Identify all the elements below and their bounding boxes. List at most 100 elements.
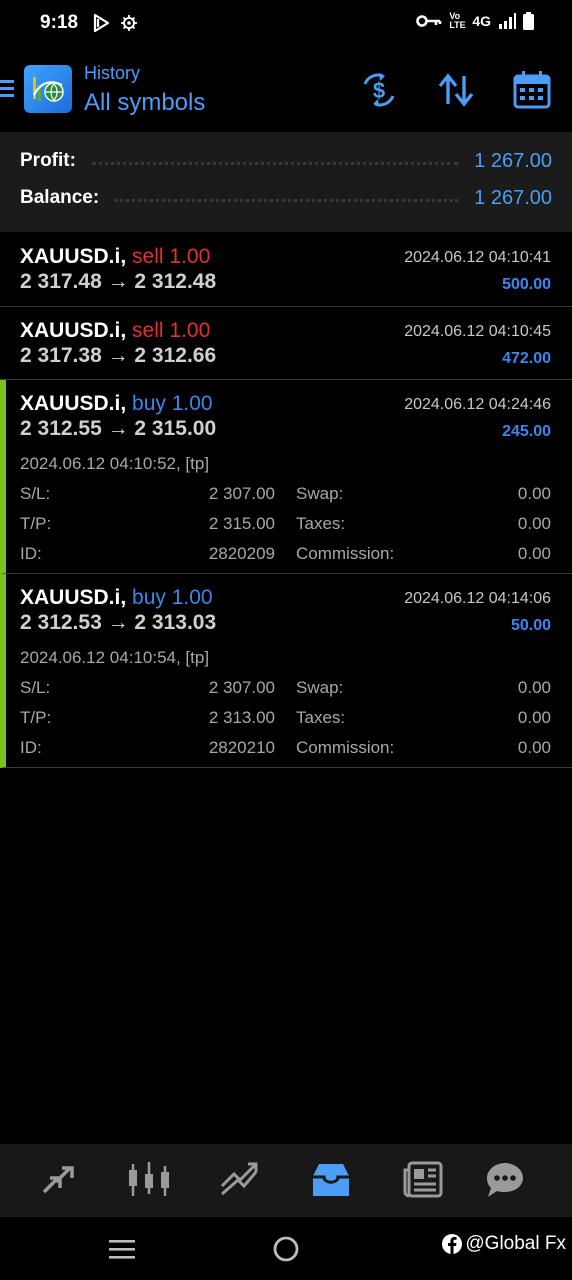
trade-side: sell 1.00	[132, 319, 211, 342]
trade-profit: 245.00	[502, 423, 551, 440]
battery-icon	[523, 12, 534, 30]
symbol-text: XAUUSD.i,	[20, 586, 127, 609]
calendar-icon[interactable]	[512, 70, 552, 110]
detail-row-tp: T/P: 2 313.00 Taxes: 0.00	[20, 708, 551, 730]
page-title[interactable]: All symbols	[84, 89, 205, 117]
trade-row-expanded[interactable]: XAUUSD.i, buy 1.00 2 312.55 → 2 315.00 2…	[0, 380, 572, 574]
bottom-nav	[0, 1144, 572, 1217]
history-icon[interactable]	[309, 1160, 353, 1200]
profit-label: Profit:	[20, 150, 76, 171]
chart-icon[interactable]	[127, 1160, 171, 1200]
status-time: 9:18	[40, 12, 79, 33]
commission-value: 0.00	[517, 544, 551, 563]
trade-symbol: XAUUSD.i, buy 1.00	[20, 586, 213, 610]
swap-value: 0.00	[517, 484, 551, 503]
tp-label: T/P:	[20, 514, 52, 533]
detail-row-id: ID: 2820209 Commission: 0.00	[20, 544, 551, 566]
symbol-text: XAUUSD.i,	[20, 392, 127, 415]
network-label: 4G	[472, 13, 491, 29]
trade-side: buy 1.00	[132, 586, 213, 609]
trade-close-time: 2024.06.12 04:10:41	[404, 249, 551, 266]
taxes-label: Taxes:	[296, 514, 346, 533]
symbol-text: XAUUSD.i,	[20, 319, 127, 342]
news-icon[interactable]	[401, 1160, 445, 1200]
commission-label: Commission:	[296, 544, 395, 563]
app-header: History All symbols $	[0, 48, 572, 132]
settings-icon	[121, 15, 137, 31]
dotted-leader	[91, 161, 459, 165]
commission-label: Commission:	[296, 738, 395, 757]
app-logo	[24, 65, 72, 113]
tp-label: T/P:	[20, 708, 52, 727]
facebook-icon	[442, 1234, 463, 1254]
play-icon	[93, 13, 110, 33]
trade-close-time: 2024.06.12 04:24:46	[404, 396, 551, 413]
trade-symbol: XAUUSD.i, sell 1.00	[20, 245, 210, 269]
trade-symbol: XAUUSD.i, buy 1.00	[20, 392, 213, 416]
header-subtitle: History	[84, 63, 141, 83]
swap-label: Swap:	[296, 484, 344, 503]
commission-value: 0.00	[517, 738, 551, 757]
system-nav-bar: @Global Fx	[0, 1217, 572, 1280]
tp-value: 2 315.00	[208, 514, 275, 533]
trade-symbol: XAUUSD.i, sell 1.00	[20, 319, 210, 343]
id-value: 2820210	[208, 738, 275, 757]
id-label: ID:	[20, 544, 42, 563]
volte-label: Vo LTE	[449, 11, 466, 30]
taxes-label: Taxes:	[296, 708, 346, 727]
sl-value: 2 307.00	[208, 678, 275, 697]
sl-label: S/L:	[20, 484, 51, 503]
balance-value: 1 267.00	[474, 186, 552, 209]
trade-prices: 2 312.55 → 2 315.00	[20, 417, 217, 440]
sl-value: 2 307.00	[208, 484, 275, 503]
id-label: ID:	[20, 738, 42, 757]
sl-label: S/L:	[20, 678, 51, 697]
detail-row-tp: T/P: 2 315.00 Taxes: 0.00	[20, 514, 551, 536]
home-icon[interactable]	[272, 1235, 300, 1263]
quotes-icon[interactable]	[36, 1160, 80, 1200]
trade-side: sell 1.00	[132, 245, 211, 268]
dotted-leader	[115, 198, 459, 202]
trade-prices: 2 312.53 → 2 313.03	[20, 611, 217, 634]
watermark: @Global Fx	[441, 1233, 566, 1255]
trade-open-info: 2024.06.12 04:10:52, [tp]	[20, 454, 210, 473]
summary-panel: Profit: 1 267.00 Balance: 1 267.00	[0, 132, 572, 232]
trade-open-info: 2024.06.12 04:10:54, [tp]	[20, 648, 210, 667]
key-icon	[416, 15, 442, 27]
trade-row[interactable]: XAUUSD.i, sell 1.00 2 317.38 → 2 312.66 …	[0, 307, 572, 380]
currency-exchange-icon[interactable]: $	[359, 70, 399, 110]
symbol-text: XAUUSD.i,	[20, 245, 127, 268]
balance-row: Balance: 1 267.00	[20, 183, 552, 213]
status-bar: 9:18 Vo LTE 4G	[0, 0, 572, 48]
trade-close-time: 2024.06.12 04:14:06	[404, 590, 551, 607]
taxes-value: 0.00	[517, 514, 551, 533]
signal-icon	[499, 13, 516, 29]
tp-value: 2 313.00	[208, 708, 275, 727]
trade-prices: 2 317.38 → 2 312.66	[20, 344, 217, 367]
profit-row: Profit: 1 267.00	[20, 146, 552, 176]
trade-row-expanded[interactable]: XAUUSD.i, buy 1.00 2 312.53 → 2 313.03 2…	[0, 574, 572, 768]
detail-row-id: ID: 2820210 Commission: 0.00	[20, 738, 551, 760]
id-value: 2820209	[208, 544, 275, 563]
taxes-value: 0.00	[517, 708, 551, 727]
trade-row[interactable]: XAUUSD.i, sell 1.00 2 317.48 → 2 312.48 …	[0, 233, 572, 307]
detail-row-sl: S/L: 2 307.00 Swap: 0.00	[20, 484, 551, 506]
svg-text:$: $	[373, 78, 385, 103]
trade-profit: 500.00	[502, 276, 551, 293]
swap-value: 0.00	[517, 678, 551, 697]
trade-side: buy 1.00	[132, 392, 213, 415]
trade-icon[interactable]	[218, 1160, 262, 1200]
menu-icon[interactable]	[0, 78, 16, 100]
profit-value: 1 267.00	[474, 149, 552, 172]
chat-icon[interactable]	[483, 1160, 527, 1200]
detail-row-sl: S/L: 2 307.00 Swap: 0.00	[20, 678, 551, 700]
trade-profit: 50.00	[510, 617, 551, 634]
trade-prices: 2 317.48 → 2 312.48	[20, 270, 217, 293]
balance-label: Balance:	[20, 187, 100, 208]
recent-apps-icon[interactable]	[108, 1239, 136, 1259]
swap-label: Swap:	[296, 678, 344, 697]
trade-profit: 472.00	[502, 350, 551, 367]
sort-icon[interactable]	[436, 70, 476, 110]
watermark-text: @Global Fx	[465, 1233, 566, 1254]
trade-close-time: 2024.06.12 04:10:45	[404, 323, 551, 340]
